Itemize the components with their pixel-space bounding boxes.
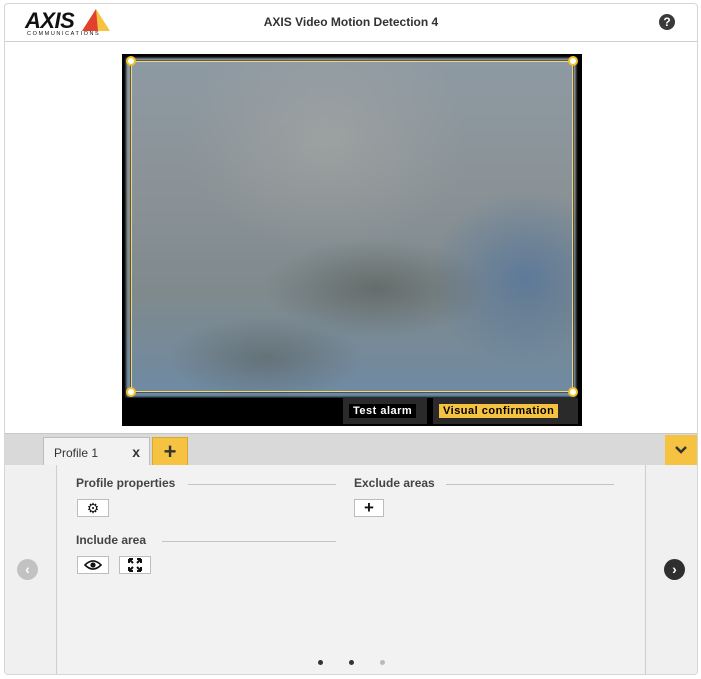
eye-icon (83, 560, 103, 570)
video-view: Test alarm Visual confirmation (122, 54, 582, 426)
page-dot-1[interactable] (317, 660, 323, 665)
panel-content: Profile properties ⚙ Include area Exclud… (58, 465, 644, 674)
profile-tab-bar: Profile 1 x + (5, 433, 697, 466)
maximize-include-area-button[interactable] (119, 556, 151, 574)
exclude-areas-title: Exclude areas (354, 476, 435, 490)
expand-icon (128, 558, 142, 572)
tab-profile-1[interactable]: Profile 1 x (43, 437, 150, 466)
page-indicator (58, 652, 644, 670)
profile-settings-button[interactable]: ⚙ (77, 499, 109, 517)
roi-handle-bottom-left[interactable] (126, 387, 136, 397)
tab-label: Profile 1 (54, 446, 99, 460)
add-profile-button[interactable]: + (152, 437, 188, 466)
app-window: AXIS COMMUNICATIONS AXIS Video Motion De… (4, 3, 698, 675)
roi-handle-top-left[interactable] (126, 56, 136, 66)
show-include-area-button[interactable] (77, 556, 109, 574)
chevron-down-icon (675, 446, 687, 454)
settings-panel: ‹ Profile properties ⚙ Include area Excl… (5, 465, 697, 674)
panel-right-gutter: › (645, 465, 697, 674)
profile-properties-title: Profile properties (76, 476, 176, 490)
roi-handle-top-right[interactable] (568, 56, 578, 66)
previous-page-icon[interactable]: ‹ (17, 559, 38, 580)
collapse-panel-button[interactable] (665, 435, 697, 465)
roi-handle-bottom-right[interactable] (568, 387, 578, 397)
test-alarm-label: Test alarm (349, 404, 417, 418)
include-area-title: Include area (76, 533, 147, 547)
page-dot-2[interactable] (348, 660, 354, 665)
close-icon[interactable]: x (132, 444, 140, 460)
add-exclude-area-button[interactable]: + (354, 499, 384, 517)
page-dot-3[interactable] (379, 660, 385, 665)
next-page-icon[interactable]: › (664, 559, 685, 580)
help-icon[interactable]: ? (659, 14, 675, 30)
include-area-polygon[interactable] (126, 56, 578, 397)
page-title: AXIS Video Motion Detection 4 (263, 15, 439, 29)
divider (446, 484, 614, 485)
header: AXIS COMMUNICATIONS AXIS Video Motion De… (5, 4, 697, 42)
video-toolbar: Test alarm Visual confirmation (122, 398, 582, 426)
visual-confirmation-button[interactable]: Visual confirmation (433, 398, 578, 424)
test-alarm-button[interactable]: Test alarm (343, 398, 427, 424)
panel-left-gutter: ‹ (5, 465, 57, 674)
logo-subtext: COMMUNICATIONS (27, 31, 101, 37)
divider (188, 484, 336, 485)
visual-confirmation-label: Visual confirmation (439, 404, 559, 418)
divider (162, 541, 336, 542)
gear-icon: ⚙ (86, 500, 100, 516)
